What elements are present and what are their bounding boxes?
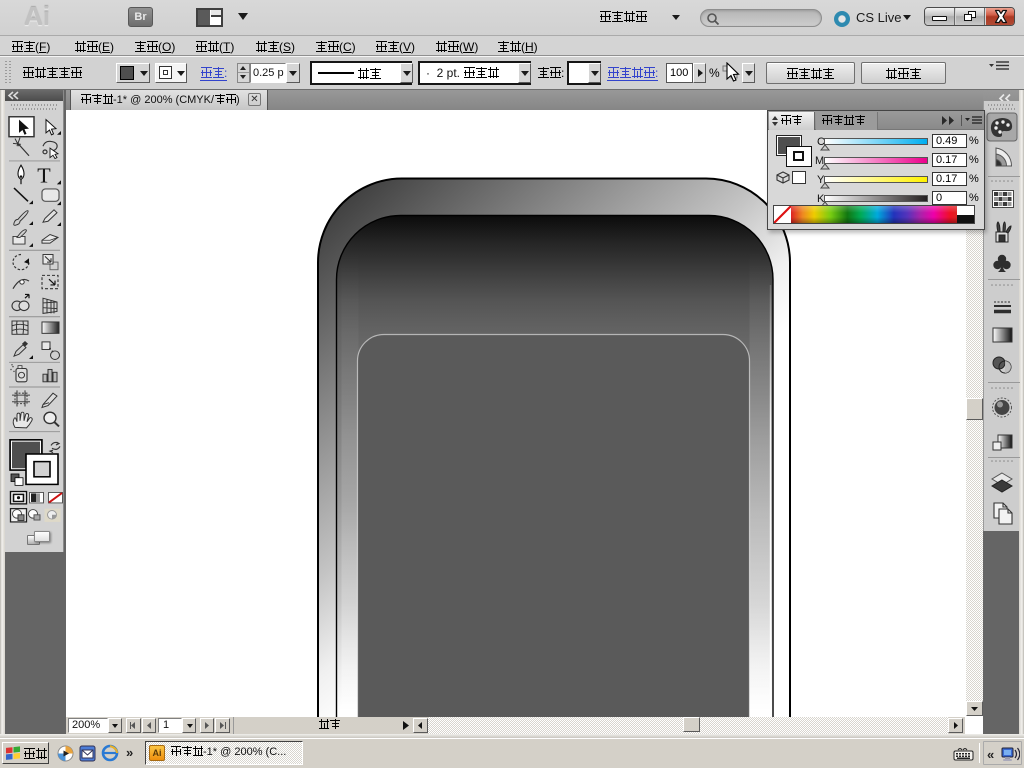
svg-text:T: T bbox=[37, 164, 50, 187]
